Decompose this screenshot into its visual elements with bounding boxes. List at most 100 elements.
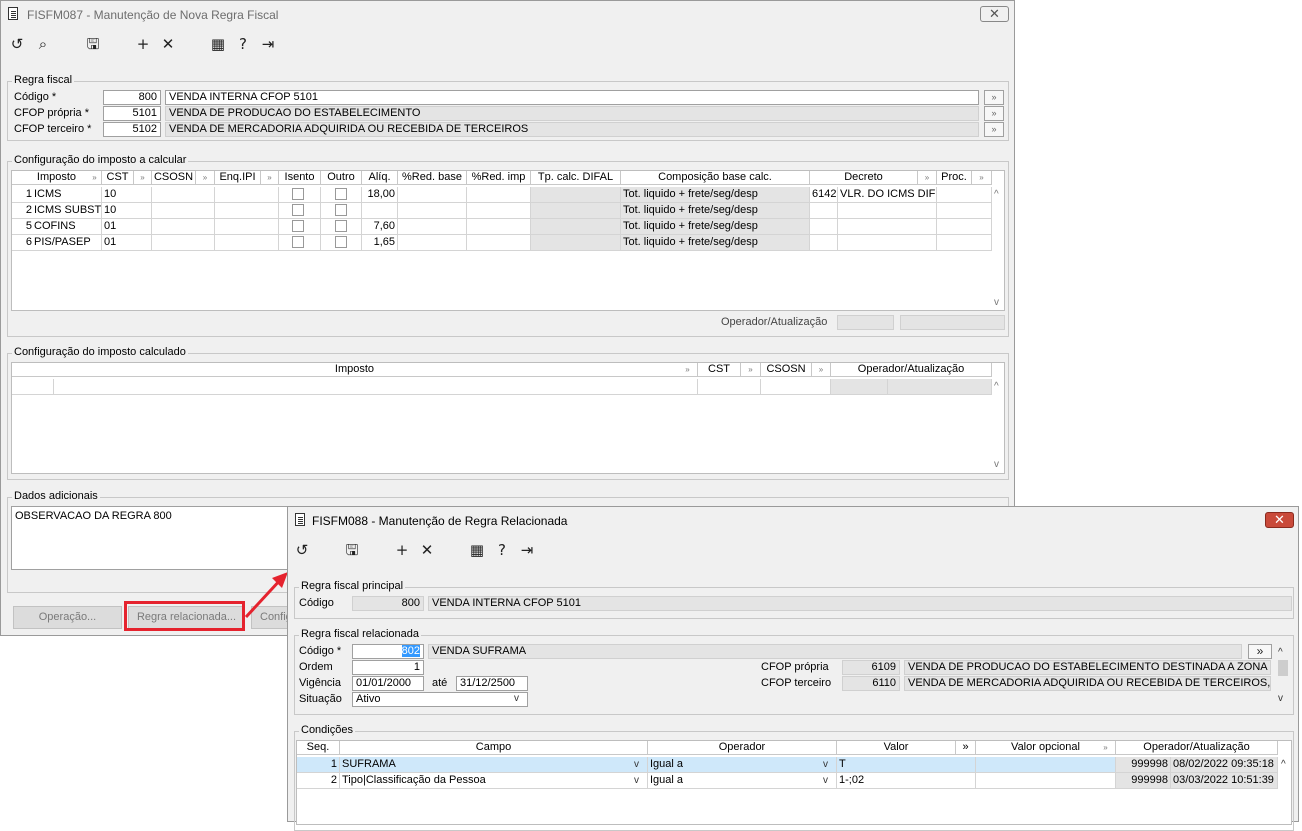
composicao-cell[interactable]: Tot. liquido + frete/seg/desp	[621, 203, 810, 219]
calendar-icon[interactable]: ▦	[208, 36, 228, 52]
valor-cell[interactable]: 1-;02	[837, 773, 976, 789]
vigencia-de-field[interactable]: 01/01/2000	[352, 676, 424, 691]
col-header[interactable]: »	[918, 171, 937, 185]
scroll-up-icon[interactable]: ^	[994, 381, 999, 392]
exit-icon[interactable]: ⇥	[258, 36, 278, 52]
col-header[interactable]: Imposto	[12, 363, 698, 377]
proc-cell[interactable]	[937, 203, 992, 219]
ordem-field[interactable]: 1	[352, 660, 424, 675]
isento-checkbox[interactable]	[292, 220, 304, 232]
vigencia-ate-field[interactable]: 31/12/2500	[456, 676, 528, 691]
valor-opcional-cell[interactable]	[976, 773, 1116, 789]
chevron-down-icon[interactable]: v	[823, 759, 828, 770]
col-header[interactable]: Proc.	[937, 171, 972, 185]
codigo-field[interactable]: 802	[352, 644, 424, 659]
col-header[interactable]: »	[972, 171, 992, 185]
imposto-cell[interactable]	[54, 379, 698, 395]
campo-cell[interactable]: SUFRAMA	[340, 757, 648, 773]
proc-cell[interactable]	[937, 235, 992, 251]
redimp-cell[interactable]	[467, 203, 531, 219]
difal-cell[interactable]	[531, 187, 621, 203]
situacao-select[interactable]: Ativo	[352, 692, 528, 707]
csosn-cell[interactable]	[761, 379, 831, 395]
redbase-cell[interactable]	[398, 187, 467, 203]
help-icon[interactable]: ?	[233, 36, 253, 52]
chevron-down-icon[interactable]: v	[514, 693, 519, 704]
composicao-cell[interactable]: Tot. liquido + frete/seg/desp	[621, 187, 810, 203]
scroll-up-icon[interactable]: ^	[1278, 647, 1283, 658]
operador-cell[interactable]: Igual a	[648, 757, 837, 773]
col-header[interactable]: Decreto	[810, 171, 918, 185]
col-header[interactable]: CST	[698, 363, 741, 377]
col-header[interactable]: CSOSN	[761, 363, 812, 377]
decreto-code-cell[interactable]: 6142	[810, 187, 838, 203]
aliq-cell[interactable]	[362, 203, 398, 219]
difal-cell[interactable]	[531, 235, 621, 251]
isento-checkbox[interactable]	[292, 236, 304, 248]
scroll-down-icon[interactable]: v	[1278, 693, 1283, 704]
col-header[interactable]: %Red. imp	[467, 171, 531, 185]
cst-cell[interactable]: 01	[102, 235, 152, 251]
col-header[interactable]: »	[261, 171, 279, 185]
col-header[interactable]: »	[812, 363, 831, 377]
enqipi-cell[interactable]	[215, 203, 279, 219]
valor-opcional-cell[interactable]	[976, 757, 1116, 773]
refresh-icon[interactable]: ↺	[7, 36, 27, 52]
col-header[interactable]: Operador/Atualização	[831, 363, 992, 377]
composicao-cell[interactable]: Tot. liquido + frete/seg/desp	[621, 219, 810, 235]
aliq-cell[interactable]: 7,60	[362, 219, 398, 235]
lookup-button[interactable]: »	[1248, 644, 1272, 659]
csosn-cell[interactable]	[152, 203, 215, 219]
valor-cell[interactable]: T	[837, 757, 976, 773]
cst-cell[interactable]	[698, 379, 761, 395]
add-icon[interactable]: +	[392, 542, 412, 558]
decreto-code-cell[interactable]	[810, 235, 838, 251]
imposto-cell[interactable]: PIS/PASEP	[32, 235, 102, 251]
col-header[interactable]: Alíq.	[362, 171, 398, 185]
redbase-cell[interactable]	[398, 203, 467, 219]
col-header[interactable]: »	[88, 171, 102, 185]
cfop-terceiro-field[interactable]: 5102	[103, 122, 161, 137]
col-header[interactable]: »	[134, 171, 152, 185]
outro-checkbox[interactable]	[335, 204, 347, 216]
chevron-down-icon[interactable]: v	[823, 775, 828, 786]
proc-cell[interactable]	[937, 219, 992, 235]
outro-checkbox[interactable]	[335, 236, 347, 248]
outro-checkbox[interactable]	[335, 188, 347, 200]
lookup-button[interactable]: »	[984, 106, 1004, 121]
imposto-cell[interactable]: ICMS	[32, 187, 102, 203]
refresh-icon[interactable]: ↺	[292, 542, 312, 558]
lookup-button[interactable]: »	[984, 122, 1004, 137]
cfop-propria-field[interactable]: 5101	[103, 106, 161, 121]
col-header[interactable]: Enq.IPI	[215, 171, 261, 185]
operador-cell[interactable]: Igual a	[648, 773, 837, 789]
enqipi-cell[interactable]	[215, 219, 279, 235]
col-header[interactable]: Outro	[321, 171, 362, 185]
isento-checkbox[interactable]	[292, 204, 304, 216]
col-header[interactable]: CST	[102, 171, 134, 185]
scrollbar-thumb[interactable]	[1278, 660, 1288, 676]
decreto-code-cell[interactable]	[810, 219, 838, 235]
codigo-field[interactable]: 800	[103, 90, 161, 105]
decreto-code-cell[interactable]	[810, 203, 838, 219]
imposto-cell[interactable]: COFINS	[32, 219, 102, 235]
col-header[interactable]: Isento	[279, 171, 321, 185]
redimp-cell[interactable]	[467, 219, 531, 235]
close-button[interactable]: ✕	[980, 6, 1009, 22]
cst-cell[interactable]: 10	[102, 187, 152, 203]
outro-checkbox[interactable]	[335, 220, 347, 232]
col-header[interactable]: »	[741, 363, 761, 377]
scroll-up-icon[interactable]: ^	[994, 189, 999, 200]
col-header[interactable]: Valor opcional	[976, 741, 1116, 755]
save-icon[interactable]: 🖫	[83, 36, 103, 52]
cst-cell[interactable]: 10	[102, 203, 152, 219]
col-header[interactable]: »	[1096, 741, 1116, 755]
csosn-cell[interactable]	[152, 235, 215, 251]
enqipi-cell[interactable]	[215, 235, 279, 251]
csosn-cell[interactable]	[152, 219, 215, 235]
redbase-cell[interactable]	[398, 235, 467, 251]
add-icon[interactable]: +	[133, 36, 153, 52]
imposto-cell[interactable]: ICMS SUBSTIT	[32, 203, 102, 219]
redimp-cell[interactable]	[467, 235, 531, 251]
composicao-cell[interactable]: Tot. liquido + frete/seg/desp	[621, 235, 810, 251]
